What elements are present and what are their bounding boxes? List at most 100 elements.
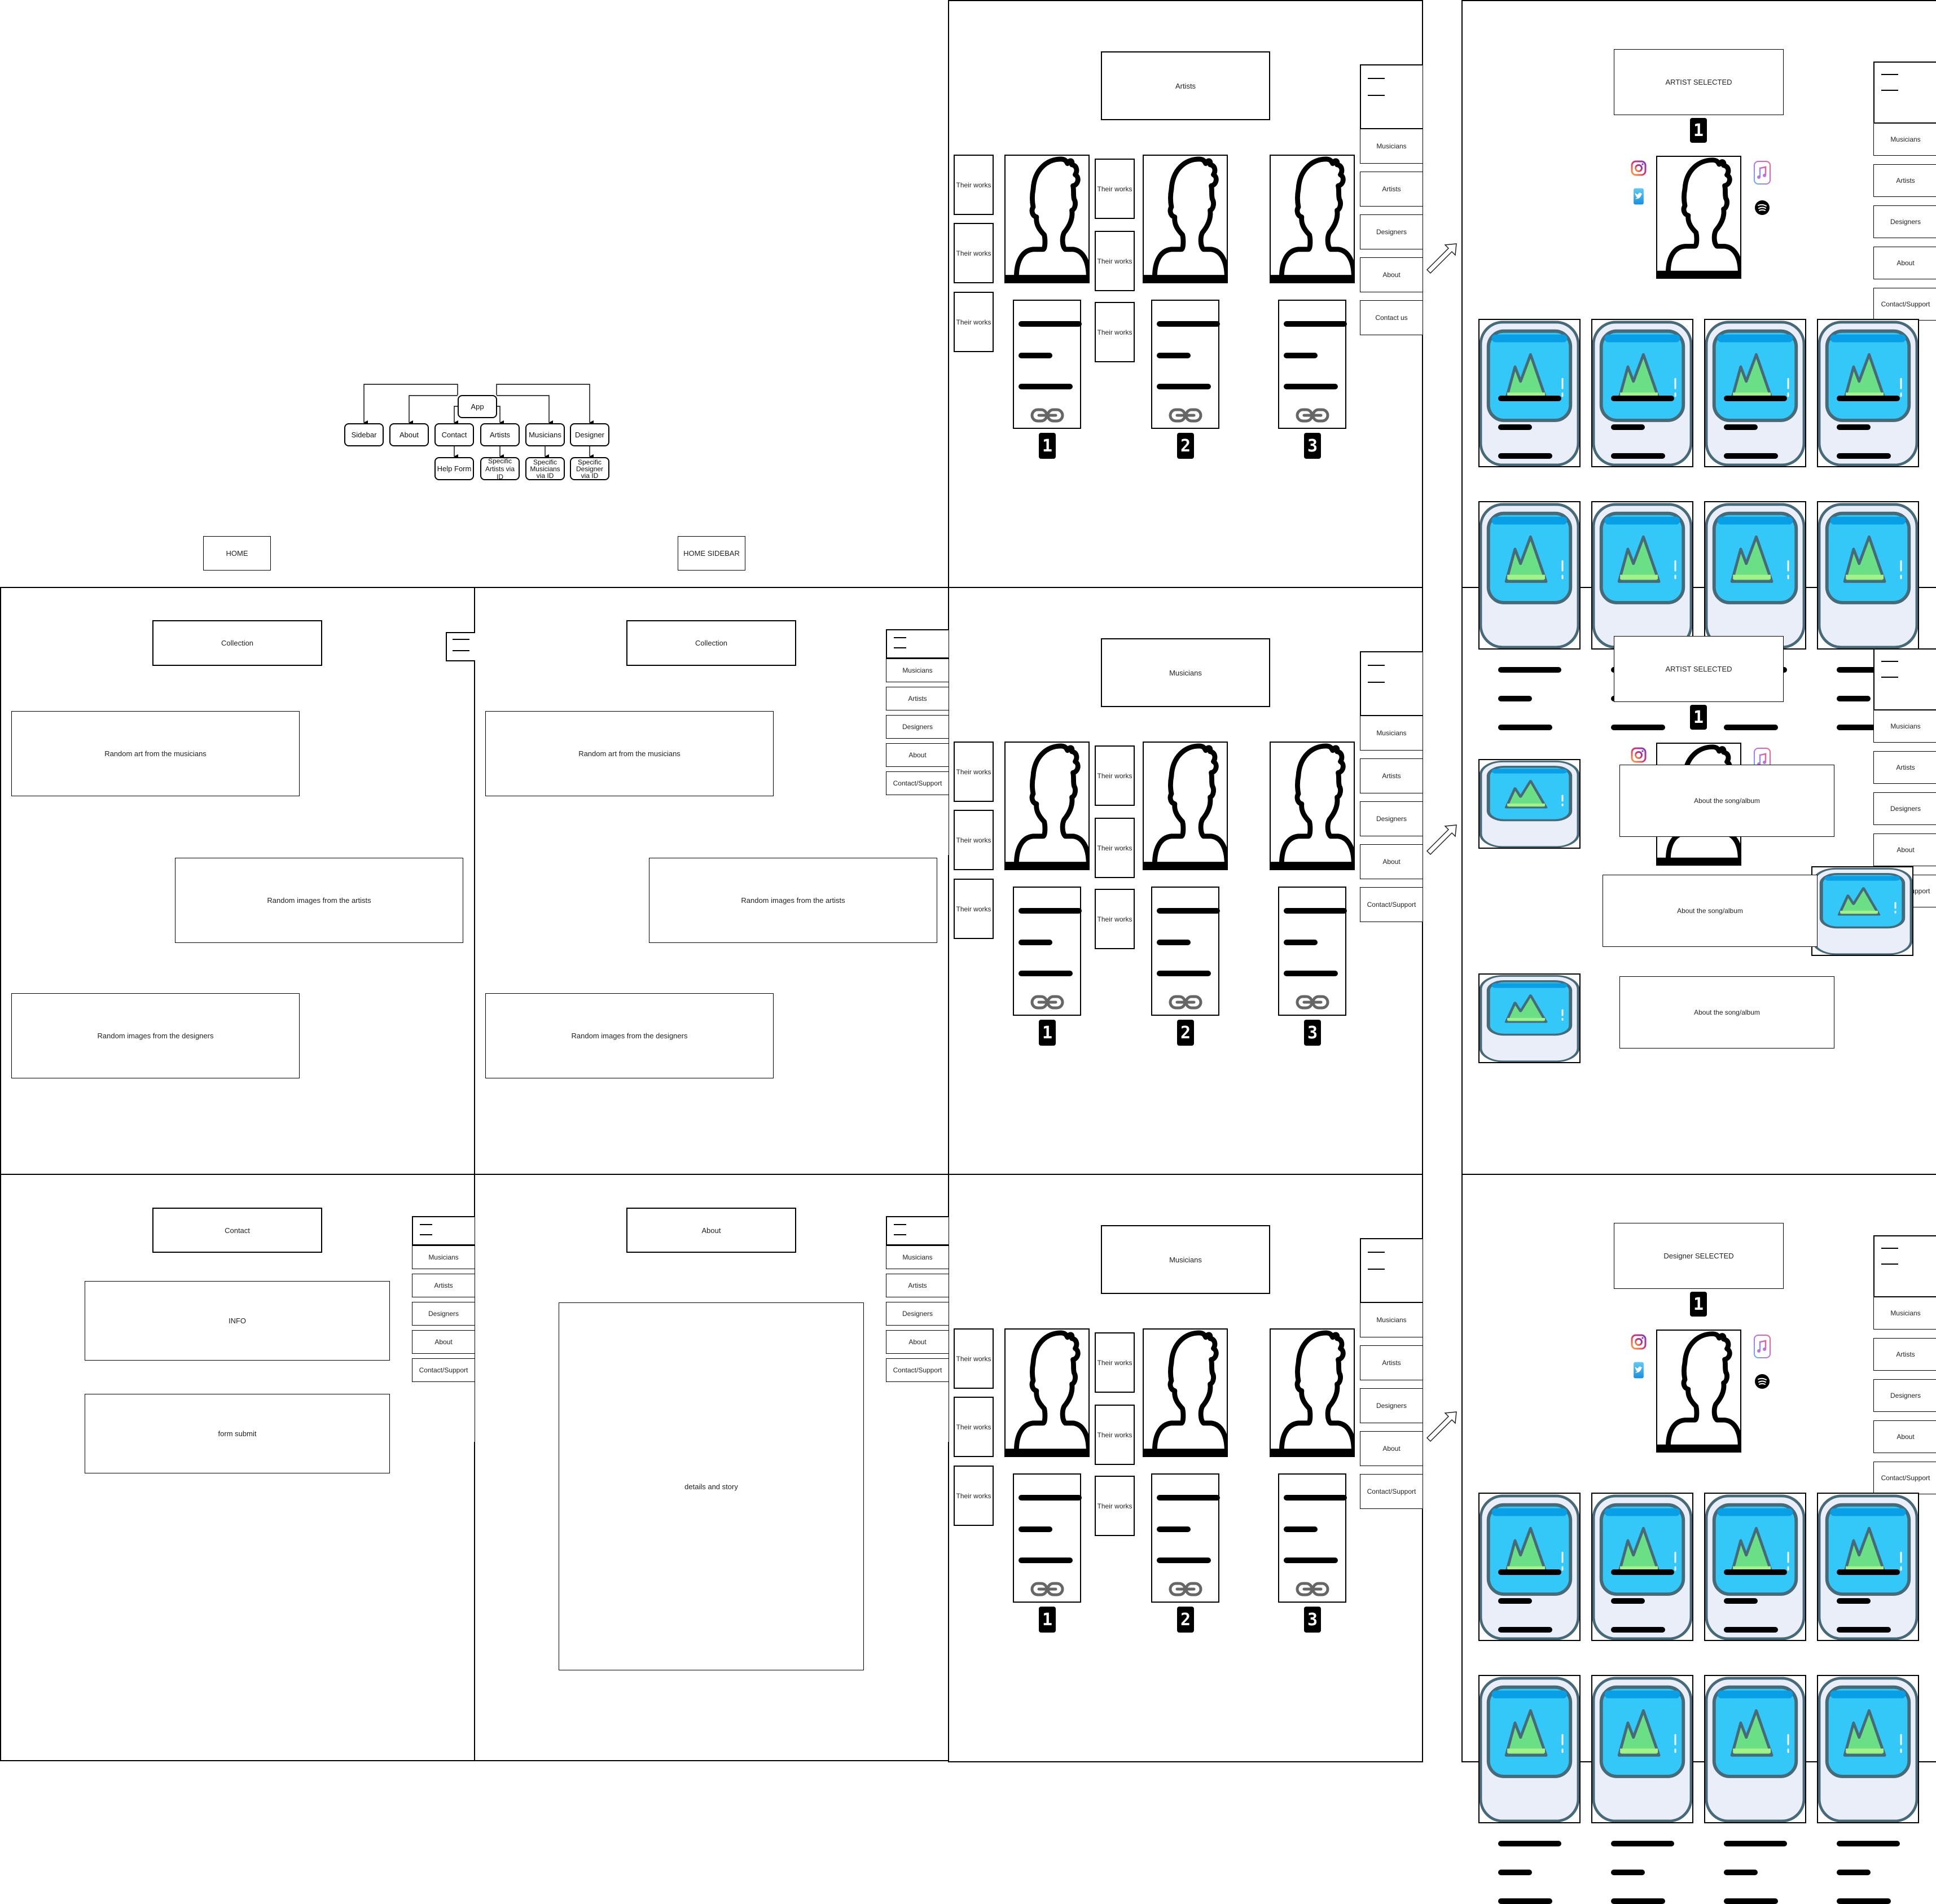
link-icon[interactable] [1296, 407, 1329, 423]
sidebar-item-designers[interactable]: Designers [1873, 1379, 1936, 1412]
profile-card[interactable] [1151, 300, 1220, 429]
sidebar-item-musicians[interactable]: Musicians [1360, 716, 1423, 751]
twitter-icon[interactable] [1631, 188, 1647, 213]
image-thumbnail[interactable] [1817, 319, 1919, 467]
image-thumbnail[interactable] [1478, 1675, 1581, 1823]
spotify-icon[interactable] [1754, 1371, 1771, 1392]
hamburger-icon[interactable] [886, 629, 949, 659]
sidebar-item-about[interactable]: About [1873, 247, 1936, 279]
apple-music-icon[interactable] [1753, 1333, 1771, 1359]
contact-form-submit[interactable]: form submit [85, 1394, 390, 1473]
their-works-link[interactable]: Their works [1095, 818, 1135, 878]
link-icon[interactable] [1296, 1581, 1329, 1597]
link-icon[interactable] [1169, 407, 1202, 423]
their-works-link[interactable]: Their works [1095, 302, 1135, 362]
sidebar-item-musicians[interactable]: Musicians [1360, 129, 1423, 164]
instagram-icon[interactable] [1631, 1333, 1647, 1350]
avatar[interactable] [1004, 1328, 1090, 1457]
sidebar-item-designers[interactable]: Designers [886, 715, 949, 739]
image-thumbnail[interactable] [1591, 501, 1693, 650]
hamburger-icon[interactable] [446, 632, 475, 661]
profile-card[interactable] [1278, 1473, 1347, 1603]
sidebar-item-about[interactable]: About [1360, 844, 1423, 879]
sidebar-item-contact-support[interactable]: Contact/Support [886, 771, 949, 795]
sidebar-item-contact-support[interactable]: Contact/Support [1873, 288, 1936, 321]
sidebar-item-contact-support[interactable]: Contact/Support [1360, 1474, 1423, 1509]
sidebar-item-musicians[interactable]: Musicians [412, 1245, 475, 1269]
sidebar-item-designers[interactable]: Designers [412, 1302, 475, 1326]
image-thumbnail[interactable] [1591, 1675, 1693, 1823]
their-works-link[interactable]: Their works [954, 742, 994, 802]
link-icon[interactable] [1030, 994, 1064, 1010]
collection-designers-block[interactable]: Random images from the designers [11, 993, 300, 1078]
their-works-link[interactable]: Their works [1095, 745, 1135, 806]
collection-artists-block[interactable]: Random images from the artists [649, 858, 937, 943]
link-icon[interactable] [1030, 1581, 1064, 1597]
instagram-icon[interactable] [1631, 747, 1647, 764]
profile-card[interactable] [1151, 887, 1220, 1016]
their-works-link[interactable]: Their works [954, 879, 994, 939]
instagram-icon[interactable] [1631, 160, 1647, 177]
link-icon[interactable] [1169, 1581, 1202, 1597]
profile-card[interactable] [1278, 887, 1347, 1016]
sidebar-item-contact-support[interactable]: Contact/Support [1873, 1462, 1936, 1494]
avatar[interactable] [1143, 155, 1228, 283]
collection-musicians-block[interactable]: Random art from the musicians [11, 711, 300, 796]
sidebar-item-musicians[interactable]: Musicians [886, 1245, 949, 1269]
their-works-link[interactable]: Their works [954, 223, 994, 283]
sidebar-item-contact-support[interactable]: Contact/Support [412, 1358, 475, 1382]
their-works-link[interactable]: Their works [1095, 1405, 1135, 1465]
image-thumbnail[interactable] [1704, 319, 1806, 467]
image-thumbnail[interactable] [1704, 501, 1806, 650]
sidebar-item-artists[interactable]: Artists [886, 1274, 949, 1297]
sidebar-item-designers[interactable]: Designers [1873, 792, 1936, 825]
sidebar-item-artists[interactable]: Artists [412, 1274, 475, 1297]
sidebar-item-designers[interactable]: Designers [886, 1302, 949, 1326]
sidebar-item-about[interactable]: About [1873, 833, 1936, 866]
hamburger-icon[interactable] [886, 1216, 949, 1245]
collection-musicians-block[interactable]: Random art from the musicians [485, 711, 774, 796]
their-works-link[interactable]: Their works [1095, 159, 1135, 219]
their-works-link[interactable]: Their works [1095, 1332, 1135, 1393]
album-image[interactable] [1478, 973, 1581, 1063]
profile-card[interactable] [1151, 1473, 1220, 1603]
sidebar-item-designers[interactable]: Designers [1360, 214, 1423, 249]
hamburger-icon[interactable] [1360, 651, 1423, 716]
collection-designers-block[interactable]: Random images from the designers [485, 993, 774, 1078]
avatar[interactable] [1270, 742, 1355, 870]
sidebar-item-about[interactable]: About [1873, 1420, 1936, 1453]
image-thumbnail[interactable] [1591, 1493, 1693, 1641]
album-image[interactable] [1811, 866, 1913, 956]
avatar[interactable] [1143, 742, 1228, 870]
image-thumbnail[interactable] [1817, 501, 1919, 650]
sidebar-item-designers[interactable]: Designers [1360, 1388, 1423, 1423]
twitter-icon[interactable] [1631, 1362, 1647, 1387]
image-thumbnail[interactable] [1817, 1675, 1919, 1823]
sidebar-item-about[interactable]: About [886, 743, 949, 767]
sidebar-item-about[interactable]: About [1360, 1431, 1423, 1466]
sidebar-item-musicians[interactable]: Musicians [886, 659, 949, 682]
image-thumbnail[interactable] [1478, 501, 1581, 650]
their-works-link[interactable]: Their works [954, 810, 994, 870]
sidebar-item-contact-us[interactable]: Contact us [1360, 300, 1423, 335]
hamburger-icon[interactable] [1873, 648, 1936, 710]
their-works-link[interactable]: Their works [1095, 889, 1135, 949]
hamburger-icon[interactable] [1873, 1235, 1936, 1297]
sidebar-item-artists[interactable]: Artists [886, 687, 949, 710]
avatar[interactable] [1004, 742, 1090, 870]
sidebar-item-about[interactable]: About [412, 1330, 475, 1354]
sidebar-item-musicians[interactable]: Musicians [1360, 1302, 1423, 1337]
hamburger-icon[interactable] [1360, 1238, 1423, 1303]
apple-music-icon[interactable] [1753, 160, 1771, 186]
sidebar-item-artists[interactable]: Artists [1873, 164, 1936, 197]
their-works-link[interactable]: Their works [954, 292, 994, 352]
sidebar-item-artists[interactable]: Artists [1360, 172, 1423, 207]
link-icon[interactable] [1296, 994, 1329, 1010]
avatar[interactable] [1143, 1328, 1228, 1457]
sidebar-item-about[interactable]: About [1360, 257, 1423, 292]
image-thumbnail[interactable] [1704, 1675, 1806, 1823]
sidebar-item-contact-support[interactable]: Contact/Support [886, 1358, 949, 1382]
their-works-link[interactable]: Their works [1095, 231, 1135, 291]
sidebar-item-artists[interactable]: Artists [1360, 758, 1423, 793]
image-thumbnail[interactable] [1591, 319, 1693, 467]
